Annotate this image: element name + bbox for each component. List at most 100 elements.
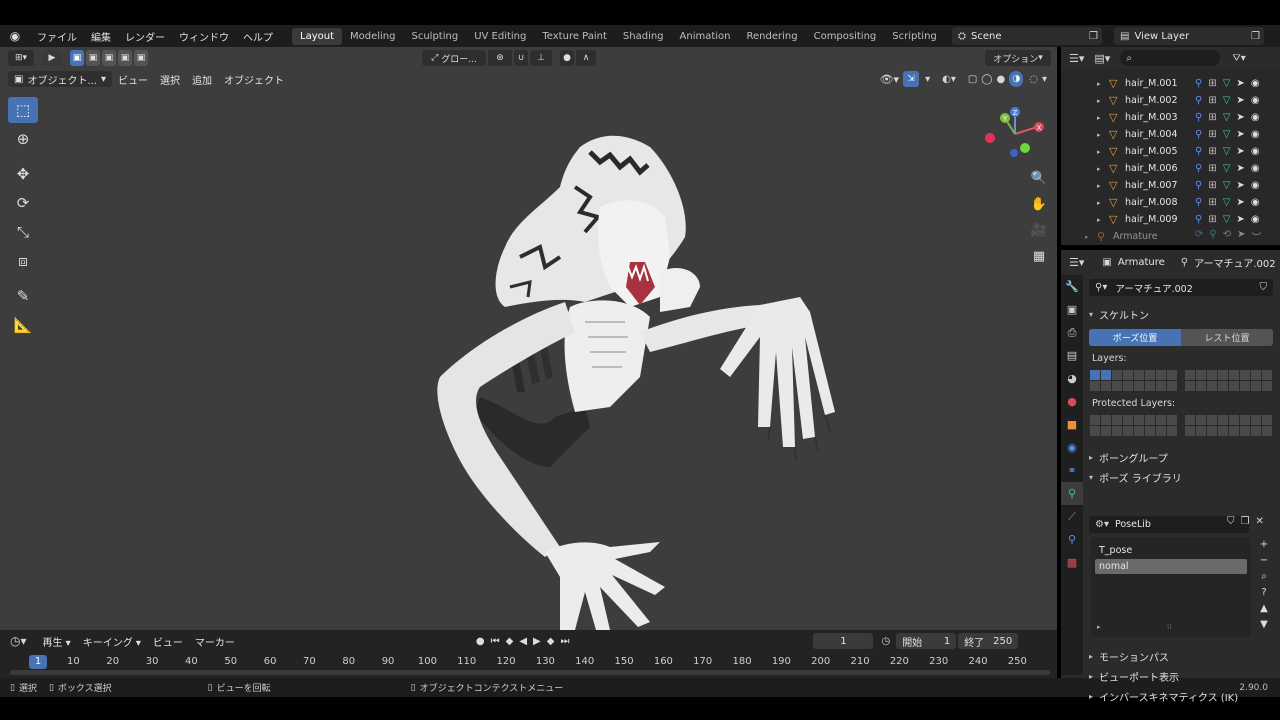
proportional-edit-icon[interactable]: ● [560, 50, 574, 66]
rest-position-button[interactable]: レスト位置 [1181, 329, 1273, 346]
solid-shading-icon[interactable]: ● [997, 74, 1006, 85]
selectable-icon[interactable]: ➤ [1237, 229, 1245, 244]
eye-icon[interactable]: ◉ [1251, 197, 1260, 208]
section-viewport-display[interactable]: ▸ ビューポート表示 [1089, 669, 1179, 684]
expand-arrow-icon[interactable]: ▸ [1097, 182, 1109, 190]
poselib-fake-user-icon[interactable]: ⛉ [1227, 516, 1235, 527]
outliner-item[interactable]: ▸ ▽ hair_M.005 ⚲ ⊞ ▽ ➤ ◉ [1061, 143, 1280, 160]
vertex-group-icon[interactable]: ⊞ [1208, 214, 1216, 225]
mesh-data-icon[interactable]: ▽ [1223, 78, 1231, 89]
action-icon[interactable]: ⟲ [1223, 229, 1231, 244]
select-invert-icon[interactable]: ▣ [134, 50, 148, 66]
select-mode-icon[interactable]: ▶ [42, 50, 62, 66]
mesh-data-icon[interactable]: ▽ [1223, 112, 1231, 123]
menu-add[interactable]: 追加 [186, 72, 218, 87]
poselib-unlink-icon[interactable]: ✕ [1255, 516, 1263, 527]
tab-rendering[interactable]: Rendering [739, 28, 806, 45]
menu-edit[interactable]: 編集 [84, 29, 118, 44]
pose-position-button[interactable]: ポーズ位置 [1089, 329, 1181, 346]
snap-target-icon[interactable]: ⊥ [530, 50, 552, 66]
layers-grid-right[interactable] [1185, 370, 1272, 391]
eye-icon[interactable]: ◉ [1251, 146, 1260, 157]
next-keyframe-icon[interactable]: ◆ [547, 636, 555, 647]
outliner-item[interactable]: ▸ ▽ hair_M.002 ⚲ ⊞ ▽ ➤ ◉ [1061, 92, 1280, 109]
mesh-data-icon[interactable]: ▽ [1223, 180, 1231, 191]
select-intersect-icon[interactable]: ▣ [118, 50, 132, 66]
vertex-group-icon[interactable]: ⊞ [1208, 146, 1216, 157]
cursor-tool-icon[interactable]: ⊕ [8, 126, 38, 152]
outliner-item[interactable]: ▸ ▽ hair_M.001 ⚲ ⊞ ▽ ➤ ◉ [1061, 75, 1280, 92]
selectable-icon[interactable]: ➤ [1236, 197, 1244, 208]
remove-pose-icon[interactable]: − [1257, 553, 1271, 567]
eye-icon[interactable]: ◉ [1251, 95, 1260, 106]
menu-help[interactable]: ヘルプ [236, 29, 280, 44]
vertex-group-icon[interactable]: ⊞ [1208, 129, 1216, 140]
display-mode-icon[interactable]: ▤▾ [1094, 52, 1110, 65]
tab-sculpting[interactable]: Sculpting [404, 28, 467, 45]
outliner-editor-icon[interactable]: ☰▾ [1069, 52, 1084, 65]
modifier-icon[interactable]: ⚲ [1195, 78, 1202, 89]
section-motion-paths[interactable]: ▸ モーションパス [1089, 649, 1169, 664]
layers-grid-left[interactable] [1090, 370, 1177, 391]
eye-icon[interactable]: ◉ [1251, 180, 1260, 191]
select-subtract-icon[interactable]: ▣ [102, 50, 116, 66]
sanitize-icon[interactable]: ? [1257, 585, 1271, 599]
gizmo-dropdown-icon[interactable]: ▾ [925, 74, 930, 85]
copy-scene-icon[interactable]: ❐ [1089, 31, 1098, 42]
expand-arrow-icon[interactable]: ▸ [1097, 97, 1109, 105]
render-tab-icon[interactable]: ▣ [1061, 298, 1083, 321]
expand-arrow-icon[interactable]: ▸ [1097, 165, 1109, 173]
output-tab-icon[interactable]: ⎙ [1061, 321, 1083, 344]
shading-dropdown-icon[interactable]: ▾ [1042, 74, 1047, 85]
world-tab-icon[interactable]: ● [1061, 390, 1083, 413]
fake-user-icon[interactable]: ⛉ [1260, 282, 1268, 293]
end-frame-field[interactable]: 終了 250 [958, 633, 1019, 649]
play-icon[interactable]: ▶ [533, 636, 541, 647]
outliner-item[interactable]: ▸ ▽ hair_M.007 ⚲ ⊞ ▽ ➤ ◉ [1061, 177, 1280, 194]
vertex-group-icon[interactable]: ⊞ [1208, 163, 1216, 174]
start-frame-field[interactable]: 開始 1 [896, 633, 957, 649]
move-down-icon[interactable]: ▼ [1257, 617, 1271, 631]
section-skeleton[interactable]: ▾ スケルトン [1089, 307, 1149, 322]
pose-item-t-pose[interactable]: T_pose [1095, 543, 1247, 558]
modifier-icon[interactable]: ⚲ [1195, 129, 1202, 140]
tab-animation[interactable]: Animation [672, 28, 739, 45]
section-pose-library[interactable]: ▾ ポーズ ライブラリ [1089, 470, 1182, 485]
selectable-icon[interactable]: ➤ [1236, 95, 1244, 106]
section-inverse-kinematics[interactable]: ▸ インバースキネマティクス (IK) [1089, 689, 1238, 704]
vertex-group-icon[interactable]: ⊞ [1208, 180, 1216, 191]
select-new-icon[interactable]: ▣ [70, 50, 84, 66]
outliner-search-input[interactable]: ⌕ [1120, 50, 1221, 66]
filter-icon[interactable]: ⛛▾ [1232, 53, 1245, 64]
scene-selector[interactable]: ⛭ Scene ❐ [952, 27, 1102, 45]
falloff-icon[interactable]: ∧ [576, 50, 596, 66]
expand-arrow-icon[interactable]: ▸ [1097, 216, 1109, 224]
copy-view-layer-icon[interactable]: ❐ [1251, 31, 1260, 42]
menu-keying[interactable]: キーイング ▾ [77, 634, 147, 649]
menu-timeline-view[interactable]: ビュー [147, 634, 189, 649]
eye-icon[interactable]: ◉ [1251, 112, 1260, 123]
protected-layers-grid-left[interactable] [1090, 415, 1177, 436]
bone-tab-icon[interactable]: ⟋ [1061, 505, 1083, 528]
blender-logo-icon[interactable]: ◉ [4, 25, 26, 47]
poselib-datablock-field[interactable]: ⚙▾ PoseLib [1089, 516, 1249, 533]
poselib-new-icon[interactable]: ❐ [1241, 516, 1250, 527]
pose-list[interactable]: T_pose nomal ▸ ⁞⁞ [1091, 537, 1251, 637]
perspective-grid-icon[interactable]: ▦ [1028, 245, 1050, 267]
armature-data-tab-icon[interactable]: ⚲ [1061, 482, 1083, 505]
outliner-item[interactable]: ▸ ▽ hair_M.003 ⚲ ⊞ ▽ ➤ ◉ [1061, 109, 1280, 126]
measure-tool-icon[interactable]: 📐 [8, 312, 38, 338]
selectable-icon[interactable]: ➤ [1236, 214, 1244, 225]
bone-constraint-tab-icon[interactable]: ⚲ [1061, 528, 1083, 551]
eye-icon[interactable]: ◉ [1251, 78, 1260, 89]
options-dropdown[interactable]: オプション ▾ [985, 50, 1051, 66]
outliner[interactable]: ☰▾ ▤▾ ⌕ ⛛▾ ▸ ▽ hair_M.001 ⚲ ⊞ ▽ ➤ ◉ ▸ ▽ hair_M.002… [1061, 47, 1280, 245]
modifier-icon[interactable]: ⚲ [1195, 197, 1202, 208]
vertex-group-icon[interactable]: ⊞ [1208, 95, 1216, 106]
modifier-icon[interactable]: ⚲ [1195, 95, 1202, 106]
mesh-data-icon[interactable]: ▽ [1223, 129, 1231, 140]
armature-datablock-field[interactable]: ⚲▾ アーマチュア.002 ⛉ [1089, 279, 1273, 296]
expand-arrow-icon[interactable]: ▸ [1097, 131, 1109, 139]
record-icon[interactable]: ● [476, 636, 485, 647]
snap-icon[interactable]: ∪ [514, 50, 528, 66]
